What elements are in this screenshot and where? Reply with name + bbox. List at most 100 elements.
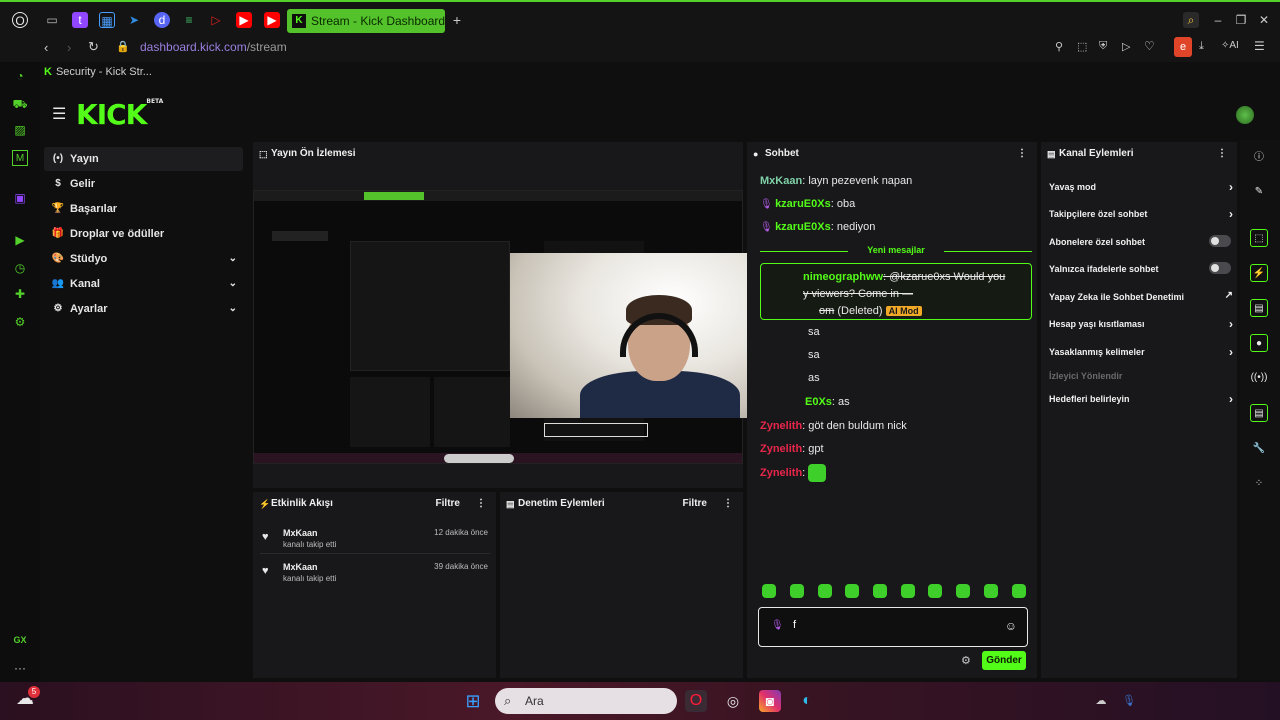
gx-messenger-icon[interactable]: M [12, 150, 28, 166]
emoji-picker-icon[interactable]: ☺ [1005, 619, 1017, 633]
youtube-tab-icon[interactable]: ▶ [236, 12, 252, 28]
info-icon[interactable]: ⓘ [1250, 149, 1268, 167]
emote-icon[interactable] [818, 584, 832, 598]
gx-player-icon[interactable]: ▶ [12, 232, 28, 248]
chat-username[interactable]: kzaruE0Xs [775, 198, 831, 210]
restore-window-icon[interactable]: ❐ [1233, 12, 1249, 28]
reload-icon[interactable]: ↻ [88, 39, 99, 55]
nav-item-kanal[interactable]: 👥 Kanal ⌄ [44, 272, 243, 296]
chat-username[interactable]: E0Xs [805, 396, 832, 408]
gx-settings-icon[interactable]: ⚙ [12, 314, 28, 330]
gx-control-icon[interactable]: ⛟ [12, 96, 28, 112]
edit-icon[interactable]: ✎ [1250, 183, 1268, 201]
new-messages-divider[interactable]: Yeni mesajlar [760, 245, 1032, 255]
tray-icon[interactable]: ☁ [1090, 690, 1112, 712]
more-options-icon[interactable]: ⋮ [1017, 142, 1027, 166]
edge-taskbar-icon[interactable]: ◐ [796, 690, 818, 712]
download-icon[interactable]: ⤓ [1199, 40, 1204, 53]
instagram-taskbar-icon[interactable]: ◙ [759, 690, 781, 712]
kick-logo[interactable]: KICKBETA [76, 98, 163, 131]
nav-item-droplar[interactable]: 🎁 Droplar ve ödüller [44, 222, 243, 246]
channel-actions-toggle-icon[interactable]: ▤ [1250, 404, 1268, 422]
emote-only-toggle[interactable] [1209, 262, 1231, 274]
ai-button[interactable]: ✧AI [1221, 40, 1239, 51]
chat-username[interactable]: Zynelith [760, 443, 802, 455]
moderation-filter-button[interactable]: Filtre [683, 492, 707, 516]
gx-twitch-icon[interactable]: ▣ [12, 190, 28, 206]
forward-icon[interactable]: › [67, 40, 71, 55]
tab-icon-play[interactable]: ▷ [208, 12, 224, 28]
new-tab-plus-icon[interactable]: + [449, 12, 465, 28]
emote-icon[interactable] [901, 584, 915, 598]
channel-action-followers-only[interactable]: Takipçilere özel sohbet › [1049, 207, 1233, 221]
share-icon[interactable]: ⁘ [1250, 475, 1268, 493]
chat-username[interactable]: Zynelith [760, 420, 802, 432]
send-button[interactable]: Gönder [982, 651, 1026, 670]
hamburger-menu-icon[interactable]: ☰ [52, 104, 66, 124]
avatar[interactable] [1236, 106, 1254, 124]
tab-icon-green[interactable]: ≡ [181, 12, 197, 28]
emote-icon[interactable] [1012, 584, 1026, 598]
nav-item-studyo[interactable]: 🎨 Stüdyo ⌄ [44, 247, 243, 271]
more-options-icon[interactable]: ⋮ [476, 492, 486, 516]
opera-gx-logo-icon[interactable]: O [12, 12, 28, 28]
discord-tab-icon[interactable]: d [154, 12, 170, 28]
shield-icon[interactable]: ⛨ [1099, 40, 1107, 53]
event-user[interactable]: MxKaan [283, 528, 318, 538]
youtube-tab-icon-2[interactable]: ▶ [264, 12, 280, 28]
activity-toggle-icon[interactable]: ⚡ [1250, 264, 1268, 282]
nav-item-gelir[interactable]: $ Gelir [44, 172, 243, 196]
gx-extensions-icon[interactable]: ✚ [12, 286, 28, 302]
tab-icon-arrow[interactable]: ➤ [126, 12, 142, 28]
moderation-toggle-icon[interactable]: ▤ [1250, 299, 1268, 317]
snapshot-icon[interactable]: ⬚ [1077, 40, 1087, 53]
twitch-tab-icon[interactable]: t [72, 12, 88, 28]
chat-username[interactable]: MxKaan [760, 175, 802, 187]
emote-icon[interactable] [762, 584, 776, 598]
gx-more-icon[interactable]: ··· [12, 660, 28, 676]
emote-icon[interactable] [845, 584, 859, 598]
event-user[interactable]: MxKaan [283, 562, 318, 572]
taskbar-search-input[interactable]: ⌕ Ara [495, 688, 677, 714]
search-icon[interactable]: ⌕ [1183, 12, 1199, 28]
emote-icon[interactable] [873, 584, 887, 598]
bookmark-security-kick[interactable]: K Security - Kick Str... [44, 66, 152, 78]
app-taskbar-icon[interactable]: ◎ [722, 690, 744, 712]
emote-icon[interactable] [984, 584, 998, 598]
wrench-icon[interactable]: 🔧 [1250, 440, 1268, 458]
channel-action-account-age[interactable]: Hesap yaşı kısıtlaması › [1049, 317, 1233, 331]
extension-e-icon[interactable]: e [1174, 37, 1192, 57]
gx-cleaner-icon[interactable]: ▨ [12, 122, 28, 138]
close-window-icon[interactable]: ✕ [1256, 12, 1272, 28]
gx-history-icon[interactable]: ◷ [12, 260, 28, 276]
emote-icon[interactable] [790, 584, 804, 598]
back-icon[interactable]: ‹ [44, 40, 48, 55]
gamepad-icon[interactable]: ▭ [44, 12, 60, 28]
more-options-icon[interactable]: ⋮ [723, 492, 733, 516]
chat-input[interactable]: 🎙 f ☺ [758, 607, 1028, 647]
activity-filter-button[interactable]: Filtre [436, 492, 460, 516]
opera-gx-taskbar-icon[interactable]: O [685, 690, 707, 712]
gx-label[interactable]: GX [12, 632, 28, 648]
nav-item-ayarlar[interactable]: ⚙ Ayarlar ⌄ [44, 297, 243, 321]
more-options-icon[interactable]: ⋮ [1217, 142, 1227, 166]
emote-icon[interactable] [928, 584, 942, 598]
channel-action-ai-moderation[interactable]: Yapay Zeka ile Sohbet Denetimi ↗ [1049, 290, 1233, 302]
pin-icon[interactable]: ⚲ [1055, 40, 1063, 53]
channel-action-goals[interactable]: Hedefleri belirleyin › [1049, 392, 1233, 406]
chat-settings-gear-icon[interactable]: ⚙ [961, 654, 971, 667]
play-icon[interactable]: ▷ [1122, 40, 1130, 53]
chat-username[interactable]: Zynelith [760, 467, 802, 479]
preview-toggle-icon[interactable]: ⬚ [1250, 229, 1268, 247]
nav-item-yayin[interactable]: (•) Yayın [44, 147, 243, 171]
broadcast-icon[interactable]: ((•)) [1250, 369, 1268, 387]
tab-stream-kick-dashboard[interactable]: K Stream - Kick Dashboard [287, 9, 445, 33]
minimize-icon[interactable]: – [1210, 12, 1226, 28]
windows-start-icon[interactable]: ⊞ [462, 690, 484, 712]
nav-item-basarilar[interactable]: 🏆 Başarılar [44, 197, 243, 221]
emote-icon[interactable] [956, 584, 970, 598]
tray-mic-icon[interactable]: 🎙 [1118, 690, 1140, 712]
subscribers-only-toggle[interactable] [1209, 235, 1231, 247]
url-field[interactable]: dashboard.kick.com/stream [140, 40, 287, 54]
channel-action-banned-words[interactable]: Yasaklanmış kelimeler › [1049, 345, 1233, 359]
